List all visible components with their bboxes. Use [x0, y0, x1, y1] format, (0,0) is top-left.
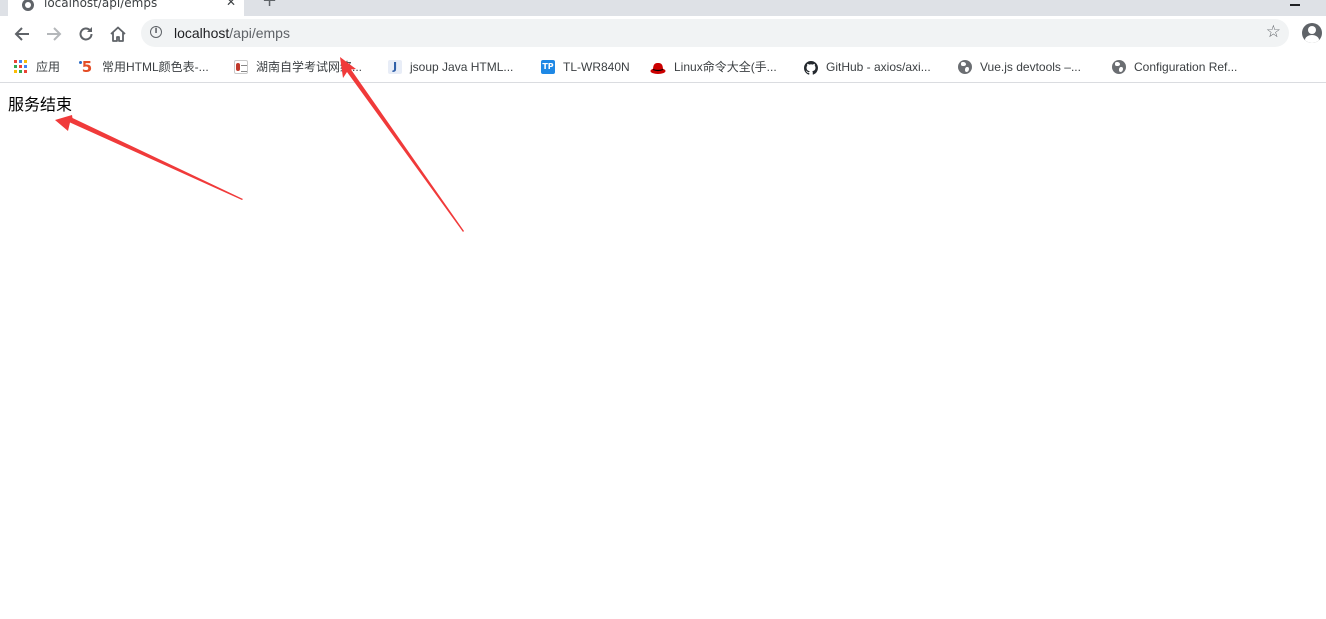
bookmark-github-axios[interactable]: GitHub - axios/axi...	[804, 59, 931, 75]
jsoup-icon: J	[388, 60, 402, 74]
bookmark-configuration-ref[interactable]: Configuration Ref...	[1112, 59, 1237, 75]
address-bar[interactable]: i localhost/api/emps ☆	[141, 19, 1289, 47]
back-arrow-icon	[14, 27, 29, 41]
bookmark-label: 湖南自学考试网络...	[256, 60, 363, 74]
github-icon	[804, 60, 818, 75]
bookmark-label: Linux命令大全(手...	[674, 60, 777, 74]
bookmark-label: 常用HTML颜色表-...	[102, 60, 209, 74]
forward-arrow-icon	[47, 27, 62, 41]
browser-toolbar: i localhost/api/emps ☆	[0, 16, 1326, 52]
reload-icon	[79, 27, 93, 41]
bookmark-linux-commands[interactable]: Linux命令大全(手...	[650, 59, 777, 75]
forward-button[interactable]	[44, 24, 64, 44]
tab-title: localhost/api/emps	[44, 0, 158, 10]
tab-strip: localhost/api/emps ✕ +	[0, 0, 1326, 16]
url-host: localhost	[174, 25, 230, 41]
back-button[interactable]	[12, 24, 32, 44]
bookmark-tl-wr840n[interactable]: TP TL-WR840N	[541, 59, 630, 75]
html5-icon: 5	[79, 58, 93, 76]
bookmark-label: GitHub - axios/axi...	[826, 60, 931, 74]
globe-icon	[1112, 60, 1126, 74]
bookmark-jsoup[interactable]: J jsoup Java HTML...	[388, 59, 513, 75]
tplink-icon: TP	[541, 60, 555, 74]
bookmarks-bar: 应用 5 常用HTML颜色表-... 湖南自学考试网络... J jsoup J…	[0, 52, 1326, 83]
home-button[interactable]	[108, 24, 128, 44]
bookmark-vue-devtools[interactable]: Vue.js devtools –...	[958, 59, 1081, 75]
url-text[interactable]: localhost/api/emps	[174, 25, 290, 41]
minimize-icon[interactable]	[1290, 4, 1300, 6]
bookmark-html-colors[interactable]: 5 常用HTML颜色表-...	[79, 58, 209, 76]
apps-grid-icon	[14, 60, 28, 74]
page-message: 服务结束	[8, 95, 73, 114]
bookmark-apps[interactable]: 应用	[14, 59, 60, 75]
site-info-icon[interactable]: i	[150, 26, 162, 38]
bookmark-label: jsoup Java HTML...	[410, 60, 514, 74]
bookmark-star-icon[interactable]: ☆	[1266, 23, 1281, 41]
bookmark-hunan-exam[interactable]: 湖南自学考试网络...	[234, 59, 362, 75]
bookmark-label: 应用	[36, 60, 61, 74]
home-icon	[110, 26, 126, 42]
globe-icon	[22, 0, 34, 11]
new-tab-button[interactable]: +	[262, 0, 277, 10]
bookmark-label: TL-WR840N	[563, 60, 630, 74]
redhat-icon	[650, 60, 666, 74]
globe-icon	[958, 60, 972, 74]
bookmark-label: Configuration Ref...	[1134, 60, 1238, 74]
browser-tab[interactable]: localhost/api/emps ✕	[8, 0, 244, 16]
reload-button[interactable]	[76, 24, 96, 44]
hunan-exam-icon	[234, 60, 248, 74]
profile-avatar-icon[interactable]	[1302, 23, 1322, 43]
url-path: /api/emps	[229, 25, 290, 41]
page-content: 服务结束	[0, 83, 1326, 619]
close-icon[interactable]: ✕	[226, 0, 236, 9]
bookmark-label: Vue.js devtools –...	[980, 60, 1081, 74]
